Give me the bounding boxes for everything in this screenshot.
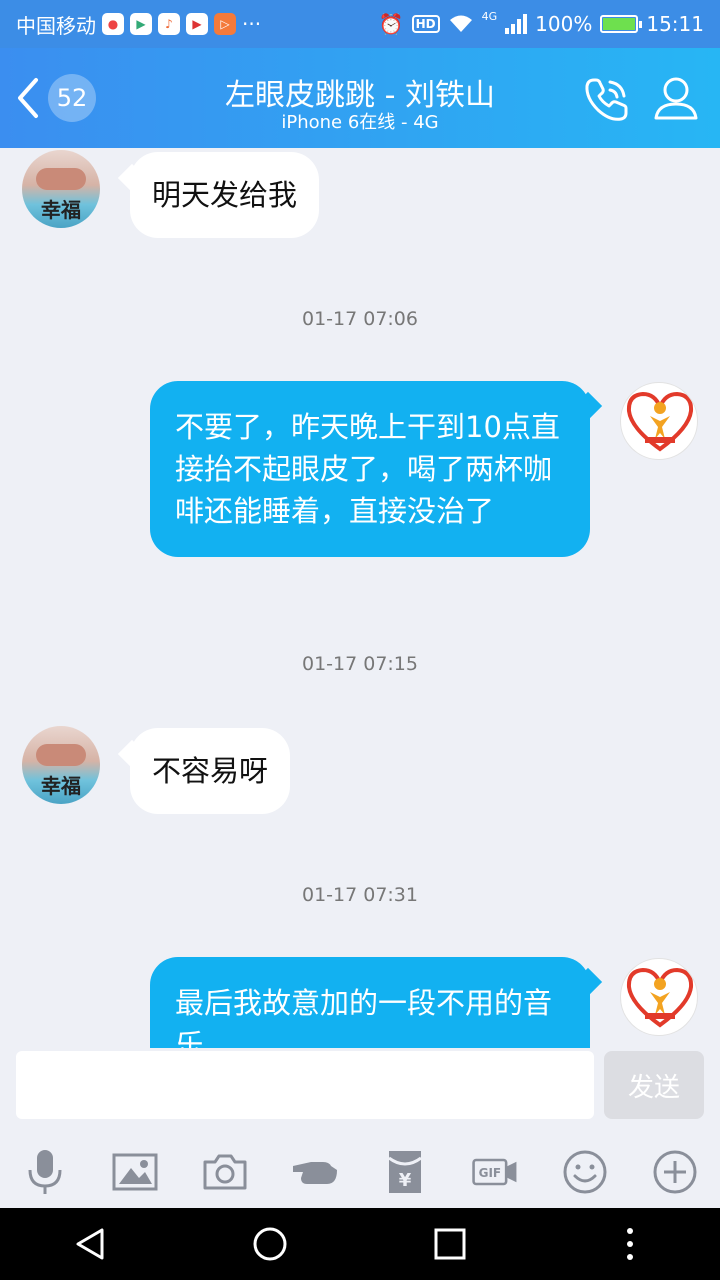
camera-icon [203, 1154, 247, 1190]
gif-icon: GIF [472, 1158, 517, 1186]
svg-text:GIF: GIF [479, 1166, 502, 1180]
nav-back-button[interactable] [60, 1214, 120, 1274]
incoming-message[interactable]: 明天发给我 [130, 152, 320, 238]
gif-button[interactable]: GIF [465, 1142, 525, 1202]
red-packet-icon: ¥ [388, 1151, 422, 1193]
more-button[interactable] [645, 1142, 705, 1202]
poke-icon [293, 1162, 337, 1184]
plus-icon [653, 1150, 697, 1194]
contact-avatar[interactable]: 幸福 [22, 726, 100, 804]
logo-avatar-icon [626, 391, 694, 452]
signal-icon [505, 14, 528, 34]
my-avatar[interactable] [620, 958, 698, 1036]
message-input[interactable] [16, 1051, 594, 1119]
incoming-message[interactable]: 不容易呀 [130, 728, 291, 814]
battery-fill [603, 18, 636, 30]
battery-icon [600, 15, 643, 33]
more-notifications-icon: ··· [242, 12, 262, 36]
mic-icon [28, 1150, 62, 1194]
camera-button[interactable] [195, 1142, 255, 1202]
emoji-icon [563, 1150, 607, 1194]
voice-button[interactable] [15, 1142, 75, 1202]
outgoing-message[interactable]: 不要了，昨天晚上干到10点直接抬不起眼皮了，喝了两杯咖啡还能睡着，直接没治了 [150, 381, 590, 557]
square-recents-icon [434, 1228, 466, 1260]
status-bar: 中国移动 ● ▶ ♪ ▶ ▷ ··· ⏰ HD 4G 100% 15:11 [0, 0, 720, 48]
carrier-label: 中国移动 [16, 13, 96, 38]
compose-bar: 发送 [0, 1048, 720, 1136]
app-notification-icon: ♪ [158, 13, 180, 35]
app-notification-icon: ▷ [214, 13, 236, 35]
message-timestamp: 01-17 07:31 [301, 884, 418, 906]
logo-avatar-icon [626, 967, 694, 1028]
hd-badge: HD [411, 15, 440, 33]
send-button[interactable]: 发送 [604, 1051, 704, 1119]
emoji-button[interactable] [555, 1142, 615, 1202]
outgoing-message[interactable]: 最后我故意加的一段不用的音乐 [150, 957, 590, 1048]
circle-home-icon [253, 1227, 287, 1261]
app-notification-icon: ▶ [130, 13, 152, 35]
input-toolbar: ¥ GIF [0, 1136, 720, 1208]
message-list[interactable]: 幸福 明天发给我 01-17 07:06 不要了，昨天晚上干到10点直接抬不起眼… [0, 148, 720, 1048]
app-notification-icon: ▶ [186, 13, 208, 35]
image-icon [112, 1153, 158, 1191]
wifi-icon [449, 15, 472, 32]
clock: 15:11 [646, 12, 704, 36]
network-type: 4G [481, 9, 498, 23]
vertical-dots-icon [627, 1228, 633, 1260]
red-packet-button[interactable]: ¥ [375, 1142, 435, 1202]
triangle-back-icon [76, 1228, 104, 1260]
nav-home-button[interactable] [240, 1214, 300, 1274]
photo-button[interactable] [105, 1142, 165, 1202]
message-timestamp: 01-17 07:06 [301, 308, 418, 330]
app-notification-icon: ● [102, 13, 124, 35]
alarm-icon: ⏰ [378, 12, 404, 36]
nav-menu-button[interactable] [600, 1214, 660, 1274]
svg-text:¥: ¥ [399, 1170, 412, 1191]
nav-recents-button[interactable] [420, 1214, 480, 1274]
chat-header: 52 左眼皮跳跳 - 刘铁山 iPhone 6在线 - 4G [0, 48, 720, 148]
message-timestamp: 01-17 07:15 [301, 653, 418, 675]
battery-percent: 100% [535, 12, 593, 36]
profile-icon[interactable] [650, 72, 702, 124]
my-avatar[interactable] [620, 382, 698, 460]
phone-icon[interactable] [580, 74, 632, 126]
system-nav-bar [0, 1208, 720, 1280]
contact-avatar[interactable]: 幸福 [22, 150, 100, 228]
poke-button[interactable] [285, 1142, 345, 1202]
